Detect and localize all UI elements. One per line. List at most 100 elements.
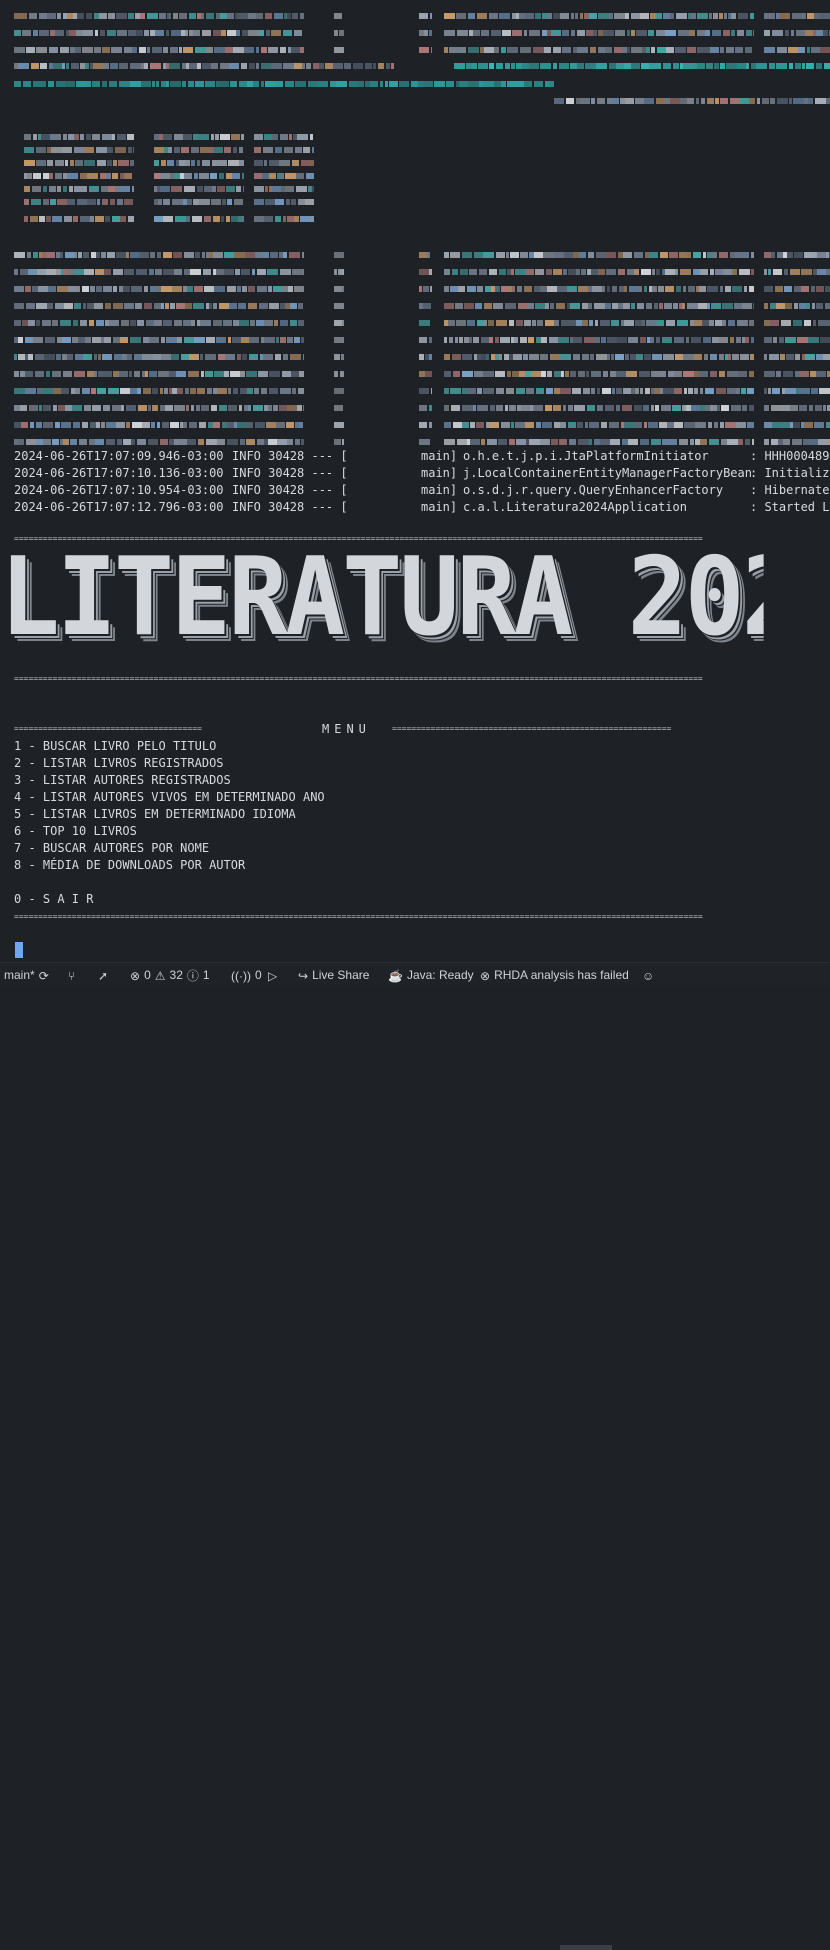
problems-indicator[interactable]: ⊗ 0 ⚠ 32 ⓘ 1 [130,967,210,984]
terminal-cursor[interactable] [15,942,23,958]
branch-indicator[interactable]: main* ⟳ [4,967,49,984]
blurred-pixel [61,388,69,394]
blurred-log-row [14,29,830,38]
blurred-pixel [578,371,585,377]
blurred-pixel [457,30,468,36]
blurred-pixel [152,47,162,53]
blurred-pixel [183,47,193,53]
blurred-pixel [75,269,84,275]
blurred-pixel [242,216,244,222]
blurred-pixel [60,320,71,326]
blurred-pixel [55,160,64,166]
ports-indicator[interactable]: ((·)) 0 [231,967,262,984]
blurred-pixel [710,371,717,377]
blurred-pixel [694,320,702,326]
blurred-pixel [343,337,344,343]
blurred-pixel [157,252,161,258]
blurred-pixel [453,371,460,377]
blurred-pixel [622,405,632,411]
blurred-pixel [49,186,56,192]
blurred-pixel [419,405,427,411]
blurred-pixel [264,216,273,222]
blurred-pixel [268,47,278,53]
blurred-pixel [524,81,532,87]
blurred-pixel [468,13,475,19]
blurred-pixel [598,269,605,275]
blurred-pixel [55,30,64,36]
blurred-pixel [213,30,221,36]
blurred-pixel [699,286,706,292]
blurred-pixel [484,47,494,53]
blurred-pixel [541,371,546,377]
blurred-pixel [233,388,238,394]
blurred-pixel [130,388,137,394]
blurred-pixel [128,216,134,222]
blurred-pixel [597,98,605,104]
blurred-pixel [294,337,300,343]
blurred-pixel [537,320,543,326]
live-share-button[interactable]: ↪ Live Share [298,967,369,984]
blurred-pixel [117,439,122,445]
blurred-pixel [708,422,712,428]
debug-indicator[interactable]: ▷ [268,967,277,984]
blurred-pixel [792,13,801,19]
blurred-pixel [238,13,248,19]
blurred-pixel [269,303,279,309]
blurred-pixel [334,13,342,19]
blurred-pixel [216,269,224,275]
blurred-pixel [624,320,634,326]
blurred-pixel [161,286,172,292]
horizontal-scrollbar-thumb[interactable] [560,1945,612,1950]
blurred-pixel [139,47,146,53]
blurred-pixel [788,47,798,53]
blurred-pixel [707,98,714,104]
blurred-pixel [87,371,94,377]
blurred-pixel [609,63,616,69]
blurred-pixel [746,30,752,36]
blurred-pixel [457,439,467,445]
rhda-status[interactable]: ⊗ RHDA analysis has failed [480,967,629,984]
blurred-pixel [529,354,539,360]
blurred-pixel [195,252,200,258]
blurred-pixel [115,147,126,153]
blurred-pixel [477,286,483,292]
blurred-pixel [295,81,306,87]
blurred-pixel [240,371,245,377]
blurred-pixel [26,439,36,445]
blurred-pixel [549,337,558,343]
blurred-pixel [130,81,141,87]
blurred-pixel [275,354,281,360]
blurred-pixel [104,269,111,275]
branch-publish-icon[interactable]: ⑂ [68,967,75,984]
blurred-pixel [25,337,33,343]
blurred-pixel [587,405,595,411]
blurred-pixel [716,388,726,394]
blurred-pixel [198,134,209,140]
blurred-pixel [425,371,432,377]
blurred-pixel [47,160,53,166]
blurred-pixel [228,160,239,166]
blurred-pixel [39,30,49,36]
blurred-pixel [796,30,805,36]
blurred-pixel [496,252,505,258]
blurred-pixel [670,13,674,19]
feedback-smiley-icon[interactable]: ☺ [642,967,654,984]
blurred-pixel [241,269,250,275]
blurred-pixel [731,405,741,411]
sync-icon[interactable]: ⟳ [39,970,49,982]
blurred-pixel [79,439,87,445]
blurred-pixel [473,337,479,343]
blurred-pixel [334,286,342,292]
menu-exit-item: 0 - S A I R [14,892,94,906]
java-status[interactable]: ☕ Java: Ready [388,967,474,984]
blurred-pixel [163,216,173,222]
blurred-pixel [201,405,209,411]
blurred-pixel [577,422,583,428]
blurred-pixel [785,388,796,394]
rocket-icon[interactable]: ➚ [98,967,108,984]
blurred-pixel [272,134,278,140]
blurred-pixel [521,405,530,411]
blurred-pixel [719,13,723,19]
blurred-pixel [578,439,589,445]
blurred-pixel [98,354,101,360]
